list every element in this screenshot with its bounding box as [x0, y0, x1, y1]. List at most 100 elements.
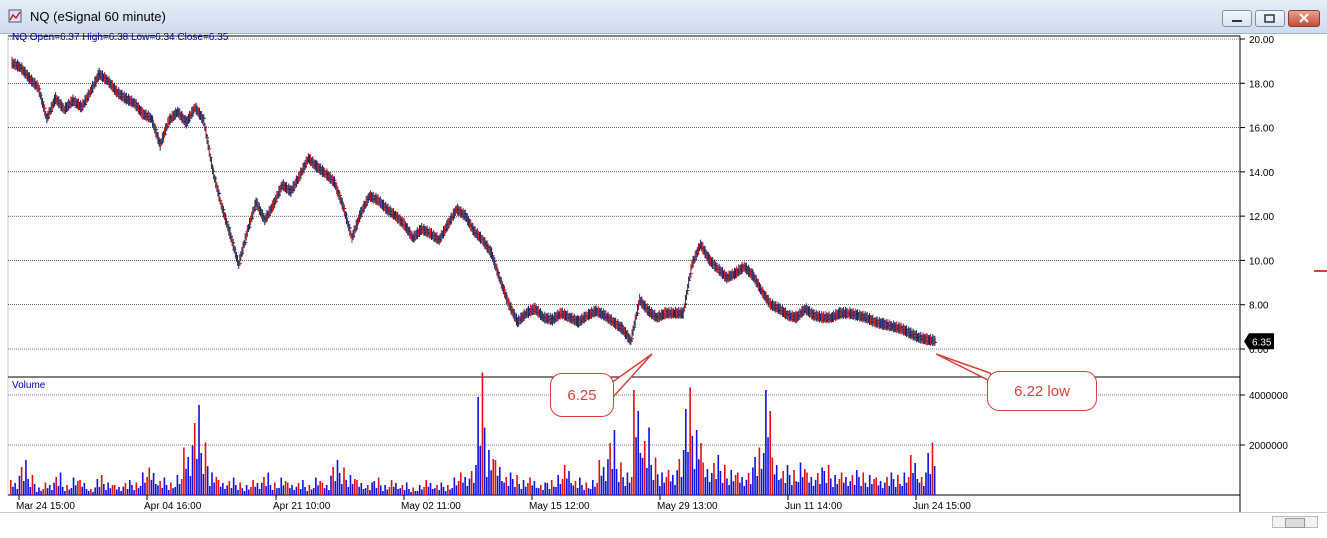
- volume-bar: [492, 459, 495, 495]
- volume-bar: [743, 486, 746, 495]
- volume-bar: [527, 483, 529, 495]
- volume-bar: [440, 482, 443, 495]
- volume-bar: [334, 481, 337, 495]
- volume-bar: [925, 472, 927, 495]
- volume-bar: [217, 480, 220, 495]
- volume-bar: [98, 487, 101, 495]
- volume-bar: [462, 482, 464, 495]
- volume-bar: [851, 475, 854, 495]
- volume-bar: [470, 471, 473, 495]
- volume-bar: [341, 484, 343, 495]
- volume-bar: [405, 482, 408, 495]
- volume-bar: [200, 453, 202, 495]
- volume-bar: [20, 467, 23, 495]
- volume-bar: [594, 486, 596, 495]
- volume-bar: [100, 475, 103, 495]
- volume-bar: [829, 478, 832, 495]
- volume-bar: [875, 477, 878, 495]
- volume-bar: [868, 475, 871, 495]
- volume-bar: [548, 489, 551, 495]
- volume-bar: [769, 411, 772, 495]
- volume-bar: [237, 490, 239, 495]
- volume-bar: [103, 484, 105, 495]
- ohlc-values: Open=6.37 High=6.38 Low=6.34 Close=6.35: [29, 32, 229, 43]
- volume-bar: [328, 490, 330, 495]
- volume-bar: [375, 488, 378, 495]
- volume-bar: [12, 486, 14, 495]
- volume-bar: [576, 488, 579, 495]
- volume-bar: [873, 479, 875, 495]
- volume-bar: [483, 427, 486, 495]
- volume-bar: [933, 466, 936, 495]
- volume-bar: [600, 475, 603, 495]
- volume-bar: [362, 489, 365, 495]
- volume-bar: [604, 481, 607, 495]
- volume-bar: [423, 487, 425, 495]
- volume-bar: [131, 485, 133, 495]
- volume-bar: [325, 485, 328, 495]
- volume-bar: [351, 484, 354, 495]
- volume-bar: [903, 472, 906, 495]
- volume-bar: [120, 491, 122, 495]
- volume-bar: [827, 465, 830, 495]
- volume-bar: [323, 488, 326, 495]
- volume-bar: [570, 483, 572, 495]
- volume-bar: [563, 465, 566, 495]
- volume-bar: [434, 488, 436, 495]
- volume-bar: [741, 477, 743, 495]
- volume-bar: [568, 471, 570, 495]
- horizontal-scrollbar[interactable]: [1272, 516, 1318, 528]
- volume-bar: [596, 483, 598, 495]
- volume-bar: [840, 472, 843, 495]
- volume-bar: [74, 485, 77, 495]
- volume-bar: [788, 475, 791, 495]
- volume-bar: [280, 477, 283, 495]
- volume-bar: [782, 471, 784, 495]
- volume-bar: [243, 491, 246, 495]
- volume-bar: [444, 491, 447, 495]
- volume-bar: [689, 387, 691, 495]
- volume-bar: [386, 489, 389, 495]
- volume-bar: [286, 482, 289, 495]
- volume-bar: [561, 479, 564, 495]
- volume-bar: [336, 460, 339, 495]
- volume-bar: [505, 477, 508, 495]
- volume-bar: [765, 390, 767, 495]
- volume-bar: [77, 481, 79, 495]
- scrollbar-thumb[interactable]: [1285, 518, 1305, 528]
- volume-bar: [330, 475, 332, 495]
- volume-bar: [384, 485, 386, 495]
- volume-bar: [289, 488, 291, 495]
- volume-bar: [825, 483, 828, 495]
- volume-bar: [453, 477, 456, 495]
- pane-bottom-border: [0, 512, 1327, 513]
- volume-bar: [579, 477, 581, 495]
- price-tick-label: 16.00: [1249, 124, 1274, 135]
- volume-bar: [293, 490, 296, 495]
- volume-bar: [399, 488, 402, 495]
- volume-bar: [905, 482, 908, 495]
- volume-bar: [338, 473, 341, 495]
- volume-bar: [821, 467, 823, 495]
- volume-bar: [778, 480, 780, 495]
- volume-bar: [721, 483, 724, 495]
- volume-bar: [319, 481, 321, 495]
- volume-bar: [94, 487, 96, 495]
- volume-bar: [265, 486, 267, 495]
- volume-bar: [659, 486, 661, 495]
- volume-pane-label: Volume: [12, 380, 46, 391]
- time-tick-label: Apr 04 16:00: [144, 501, 202, 512]
- volume-bar: [178, 484, 181, 495]
- volume-bar: [581, 485, 583, 495]
- volume-bar: [403, 490, 406, 495]
- volume-bar: [230, 488, 233, 495]
- volume-bar: [144, 482, 146, 495]
- volume-bar: [204, 442, 207, 495]
- volume-bar: [128, 480, 131, 495]
- volume-bar: [146, 477, 148, 495]
- swing-line: [11, 63, 937, 342]
- volume-bar: [460, 472, 462, 495]
- volume-bar: [522, 480, 525, 495]
- volume-bar: [447, 485, 449, 495]
- volume-bar: [180, 479, 183, 495]
